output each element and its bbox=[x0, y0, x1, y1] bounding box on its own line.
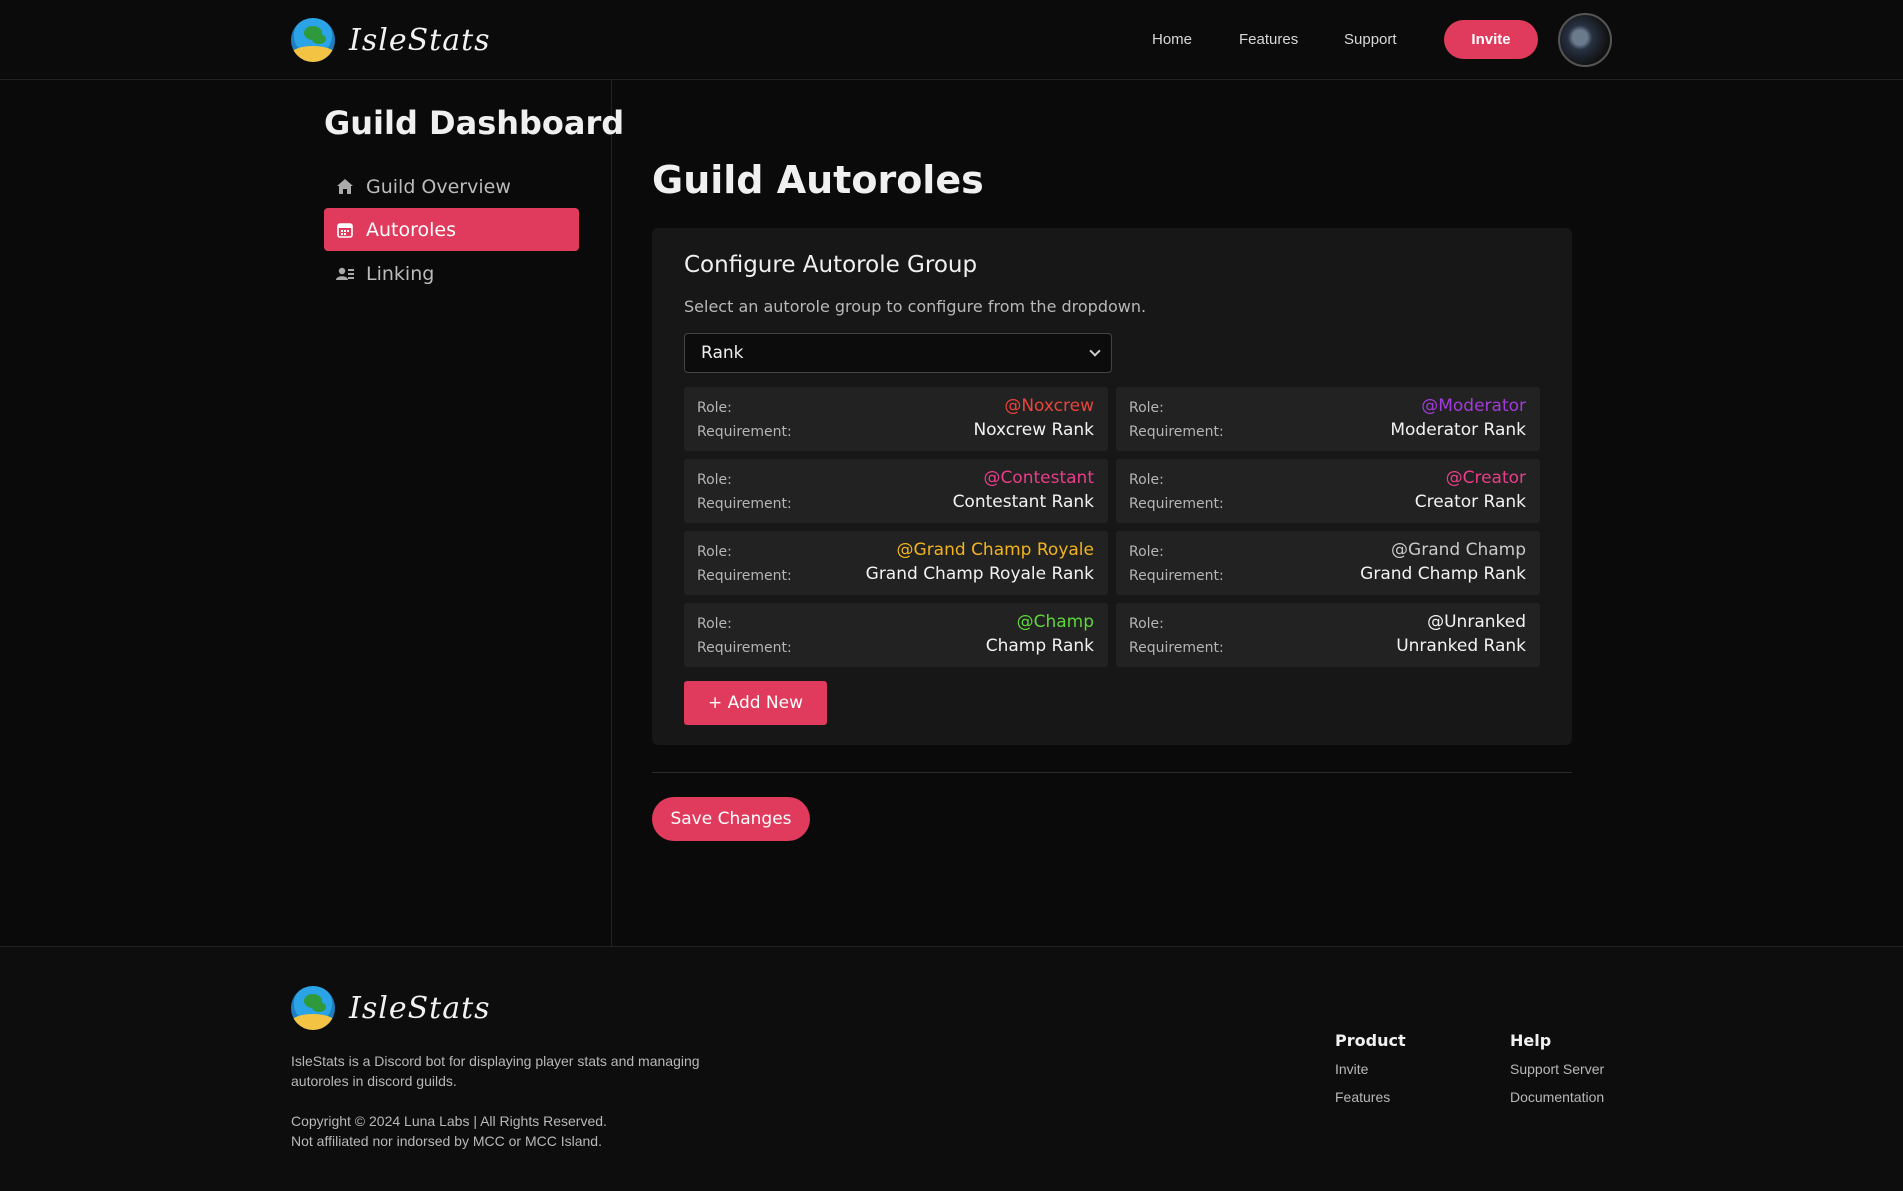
sidebar-divider bbox=[611, 80, 612, 946]
footer-disclaimer: Not affiliated nor indorsed by MCC or MC… bbox=[291, 1133, 602, 1149]
role-name: @Grand Champ bbox=[1391, 540, 1526, 560]
requirement-key-label: Requirement: bbox=[697, 568, 792, 584]
role-card[interactable]: Role: @Noxcrew Requirement: Noxcrew Rank bbox=[684, 387, 1108, 451]
island-logo-icon bbox=[291, 986, 335, 1030]
footer-product-heading: Product bbox=[1335, 1031, 1406, 1050]
requirement-key-label: Requirement: bbox=[697, 496, 792, 512]
brand-logo[interactable]: IsleStats bbox=[291, 18, 491, 62]
brand-name: IsleStats bbox=[349, 22, 491, 58]
requirement-key-label: Requirement: bbox=[697, 640, 792, 656]
divider bbox=[652, 772, 1572, 773]
footer-help-heading: Help bbox=[1510, 1031, 1552, 1050]
role-key-label: Role: bbox=[697, 616, 732, 632]
footer-copyright: Copyright © 2024 Luna Labs | All Rights … bbox=[291, 1113, 607, 1129]
footer-support-server-link[interactable]: Support Server bbox=[1510, 1061, 1604, 1077]
role-name: @Moderator bbox=[1421, 396, 1526, 416]
requirement-value: Moderator Rank bbox=[1390, 420, 1526, 440]
role-key-label: Role: bbox=[697, 400, 732, 416]
role-name: @Noxcrew bbox=[1004, 396, 1094, 416]
role-key-label: Role: bbox=[1129, 544, 1164, 560]
role-name: @Contestant bbox=[983, 468, 1094, 488]
sidebar-item-guild-overview[interactable]: Guild Overview bbox=[324, 165, 579, 208]
role-card[interactable]: Role: @Unranked Requirement: Unranked Rank bbox=[1116, 603, 1540, 667]
requirement-key-label: Requirement: bbox=[1129, 640, 1224, 656]
role-card[interactable]: Role: @Moderator Requirement: Moderator Ran… bbox=[1116, 387, 1540, 451]
role-key-label: Role: bbox=[1129, 616, 1164, 632]
requirement-value: Noxcrew Rank bbox=[973, 420, 1094, 440]
role-name: @Unranked bbox=[1427, 612, 1526, 632]
requirement-value: Unranked Rank bbox=[1396, 636, 1526, 656]
role-card[interactable]: Role: @Grand Champ Requirement: Grand Champ… bbox=[1116, 531, 1540, 595]
role-card[interactable]: Role: @Grand Champ Royale Requirement: Gran… bbox=[684, 531, 1108, 595]
select-value: Rank bbox=[701, 343, 744, 363]
save-changes-button[interactable]: Save Changes bbox=[652, 797, 810, 841]
requirement-key-label: Requirement: bbox=[1129, 424, 1224, 440]
calendar-icon bbox=[336, 221, 354, 239]
requirement-value: Contestant Rank bbox=[952, 492, 1094, 512]
role-key-label: Role: bbox=[1129, 400, 1164, 416]
users-icon bbox=[336, 265, 354, 283]
role-card[interactable]: Role: @Creator Requirement: Creator Rank bbox=[1116, 459, 1540, 523]
role-name: @Champ bbox=[1016, 612, 1094, 632]
island-logo-icon bbox=[291, 18, 335, 62]
user-avatar[interactable] bbox=[1558, 13, 1612, 67]
requirement-key-label: Requirement: bbox=[1129, 496, 1224, 512]
panel-title: Configure Autorole Group bbox=[684, 252, 978, 278]
panel-description: Select an autorole group to configure fr… bbox=[684, 297, 1147, 316]
footer-brand-name: IsleStats bbox=[349, 990, 491, 1026]
autorole-group-select[interactable]: Rank bbox=[684, 333, 1112, 373]
role-card[interactable]: Role: @Contestant Requirement: Contestant R… bbox=[684, 459, 1108, 523]
sidebar-item-linking[interactable]: Linking bbox=[324, 252, 579, 295]
footer-invite-link[interactable]: Invite bbox=[1335, 1061, 1368, 1077]
add-new-button[interactable]: + Add New bbox=[684, 681, 827, 725]
sidebar-item-autoroles[interactable]: Autoroles bbox=[324, 208, 579, 251]
footer-features-link[interactable]: Features bbox=[1335, 1089, 1390, 1105]
sidebar-item-label: Autoroles bbox=[366, 218, 456, 241]
invite-button[interactable]: Invite bbox=[1444, 20, 1538, 59]
requirement-value: Grand Champ Royale Rank bbox=[865, 564, 1094, 584]
page-title: Guild Autoroles bbox=[652, 158, 984, 202]
footer-documentation-link[interactable]: Documentation bbox=[1510, 1089, 1604, 1105]
role-card[interactable]: Role: @Champ Requirement: Champ Rank bbox=[684, 603, 1108, 667]
home-icon bbox=[336, 178, 354, 196]
requirement-value: Champ Rank bbox=[985, 636, 1094, 656]
requirement-value: Grand Champ Rank bbox=[1360, 564, 1526, 584]
chevron-down-icon bbox=[1089, 345, 1101, 357]
role-name: @Creator bbox=[1445, 468, 1526, 488]
sidebar-item-label: Guild Overview bbox=[366, 175, 511, 198]
footer-description: IsleStats is a Discord bot for displayin… bbox=[291, 1053, 700, 1089]
sidebar-title: Guild Dashboard bbox=[324, 104, 625, 142]
role-key-label: Role: bbox=[697, 544, 732, 560]
requirement-key-label: Requirement: bbox=[1129, 568, 1224, 584]
nav-features-link[interactable]: Features bbox=[1239, 31, 1298, 48]
nav-home-link[interactable]: Home bbox=[1152, 31, 1192, 48]
role-key-label: Role: bbox=[697, 472, 732, 488]
requirement-value: Creator Rank bbox=[1414, 492, 1526, 512]
role-key-label: Role: bbox=[1129, 472, 1164, 488]
requirement-key-label: Requirement: bbox=[697, 424, 792, 440]
role-name: @Grand Champ Royale bbox=[896, 540, 1094, 560]
footer-brand-logo[interactable]: IsleStats bbox=[291, 986, 491, 1030]
top-navbar: IsleStats Home Features Support Invite bbox=[0, 0, 1903, 80]
footer bbox=[0, 946, 1903, 1191]
sidebar-item-label: Linking bbox=[366, 262, 435, 285]
nav-support-link[interactable]: Support bbox=[1344, 31, 1397, 48]
